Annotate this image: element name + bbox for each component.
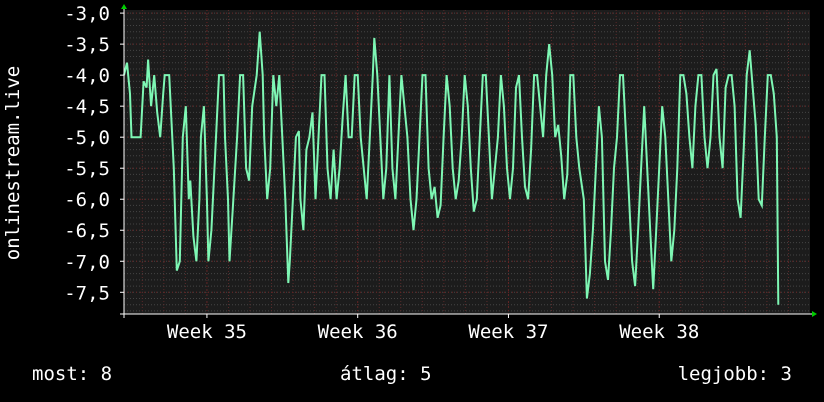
best-value: legjobb: 3 xyxy=(677,363,792,385)
average-value: átlag: 5 xyxy=(340,363,432,385)
y-tick-label: -6,5 xyxy=(64,220,110,242)
y-tick-label: -6,0 xyxy=(64,189,110,211)
y-tick-label: -4,0 xyxy=(64,65,110,87)
y-tick-label: -5,5 xyxy=(64,158,110,180)
y-axis-arrow-icon xyxy=(121,4,127,9)
y-tick-label: -7,0 xyxy=(64,251,110,273)
x-tick-label: Week 36 xyxy=(318,321,398,343)
y-axis-ticks: -3,0 -3,5 -4,0 -4,5 -5,0 -5,5 -6,0 -6,5 -7,0 -7,5 xyxy=(64,3,124,304)
y-tick-label: -3,0 xyxy=(64,3,110,25)
x-tick-label: Week 38 xyxy=(619,321,699,343)
x-axis-ticks: Week 35 Week 36 Week 37 Week 38 xyxy=(167,314,699,343)
y-tick-label: -5,0 xyxy=(64,127,110,149)
y-tick-label: -4,5 xyxy=(64,96,110,118)
chart: -3,0 -3,5 -4,0 -4,5 -5,0 -5,5 -6,0 -6,5 -7,0 -7,5… xyxy=(2,3,817,343)
y-tick-label: -3,5 xyxy=(64,34,110,56)
x-axis-arrow-icon xyxy=(812,311,817,317)
x-tick-label: Week 35 xyxy=(167,321,247,343)
y-axis-label: onlinestream.live xyxy=(2,66,24,260)
y-tick-label: -7,5 xyxy=(64,282,110,304)
x-tick-label: Week 37 xyxy=(468,321,548,343)
current-value: most: 8 xyxy=(32,363,113,385)
